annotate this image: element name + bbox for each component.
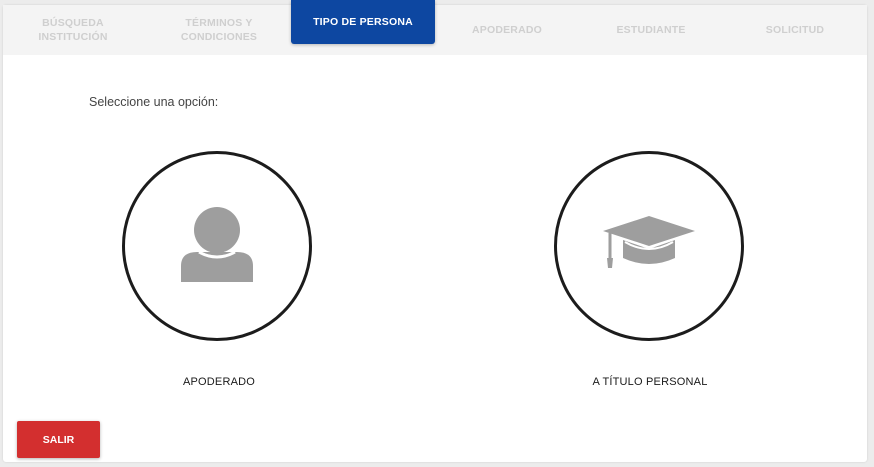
option-apoderado[interactable]	[122, 151, 312, 341]
person-icon	[177, 204, 257, 289]
step-label: TIPO DE PERSONA	[313, 16, 413, 28]
step-busqueda-institucion[interactable]: BÚSQUEDA INSTITUCIÓN	[3, 5, 143, 55]
option-apoderado-label: APODERADO	[182, 376, 256, 388]
selection-prompt: Seleccione una opción:	[89, 95, 219, 109]
step-label: BÚSQUEDA INSTITUCIÓN	[38, 17, 108, 43]
progress-stepper: BÚSQUEDA INSTITUCIÓN TÉRMINOS Y CONDICIO…	[3, 0, 867, 55]
step-label: APODERADO	[471, 24, 543, 36]
page: BÚSQUEDA INSTITUCIÓN TÉRMINOS Y CONDICIO…	[0, 0, 874, 467]
step-solicitud[interactable]: SOLICITUD	[725, 5, 865, 55]
step-terminos-condiciones[interactable]: TÉRMINOS Y CONDICIONES	[149, 5, 289, 55]
content-card: BÚSQUEDA INSTITUCIÓN TÉRMINOS Y CONDICIO…	[3, 0, 867, 462]
exit-button[interactable]: SALIR	[17, 421, 100, 458]
step-label: TÉRMINOS Y CONDICIONES	[180, 17, 258, 43]
step-label: ESTUDIANTE	[616, 24, 686, 36]
option-titulo-personal[interactable]	[554, 151, 744, 341]
option-titulo-personal-label: A TÍTULO PERSONAL	[592, 376, 708, 388]
step-label: SOLICITUD	[765, 24, 825, 36]
graduation-cap-icon	[601, 212, 697, 281]
step-estudiante[interactable]: ESTUDIANTE	[581, 5, 721, 55]
step-apoderado[interactable]: APODERADO	[437, 5, 577, 55]
step-tipo-de-persona[interactable]: TIPO DE PERSONA	[291, 0, 435, 44]
